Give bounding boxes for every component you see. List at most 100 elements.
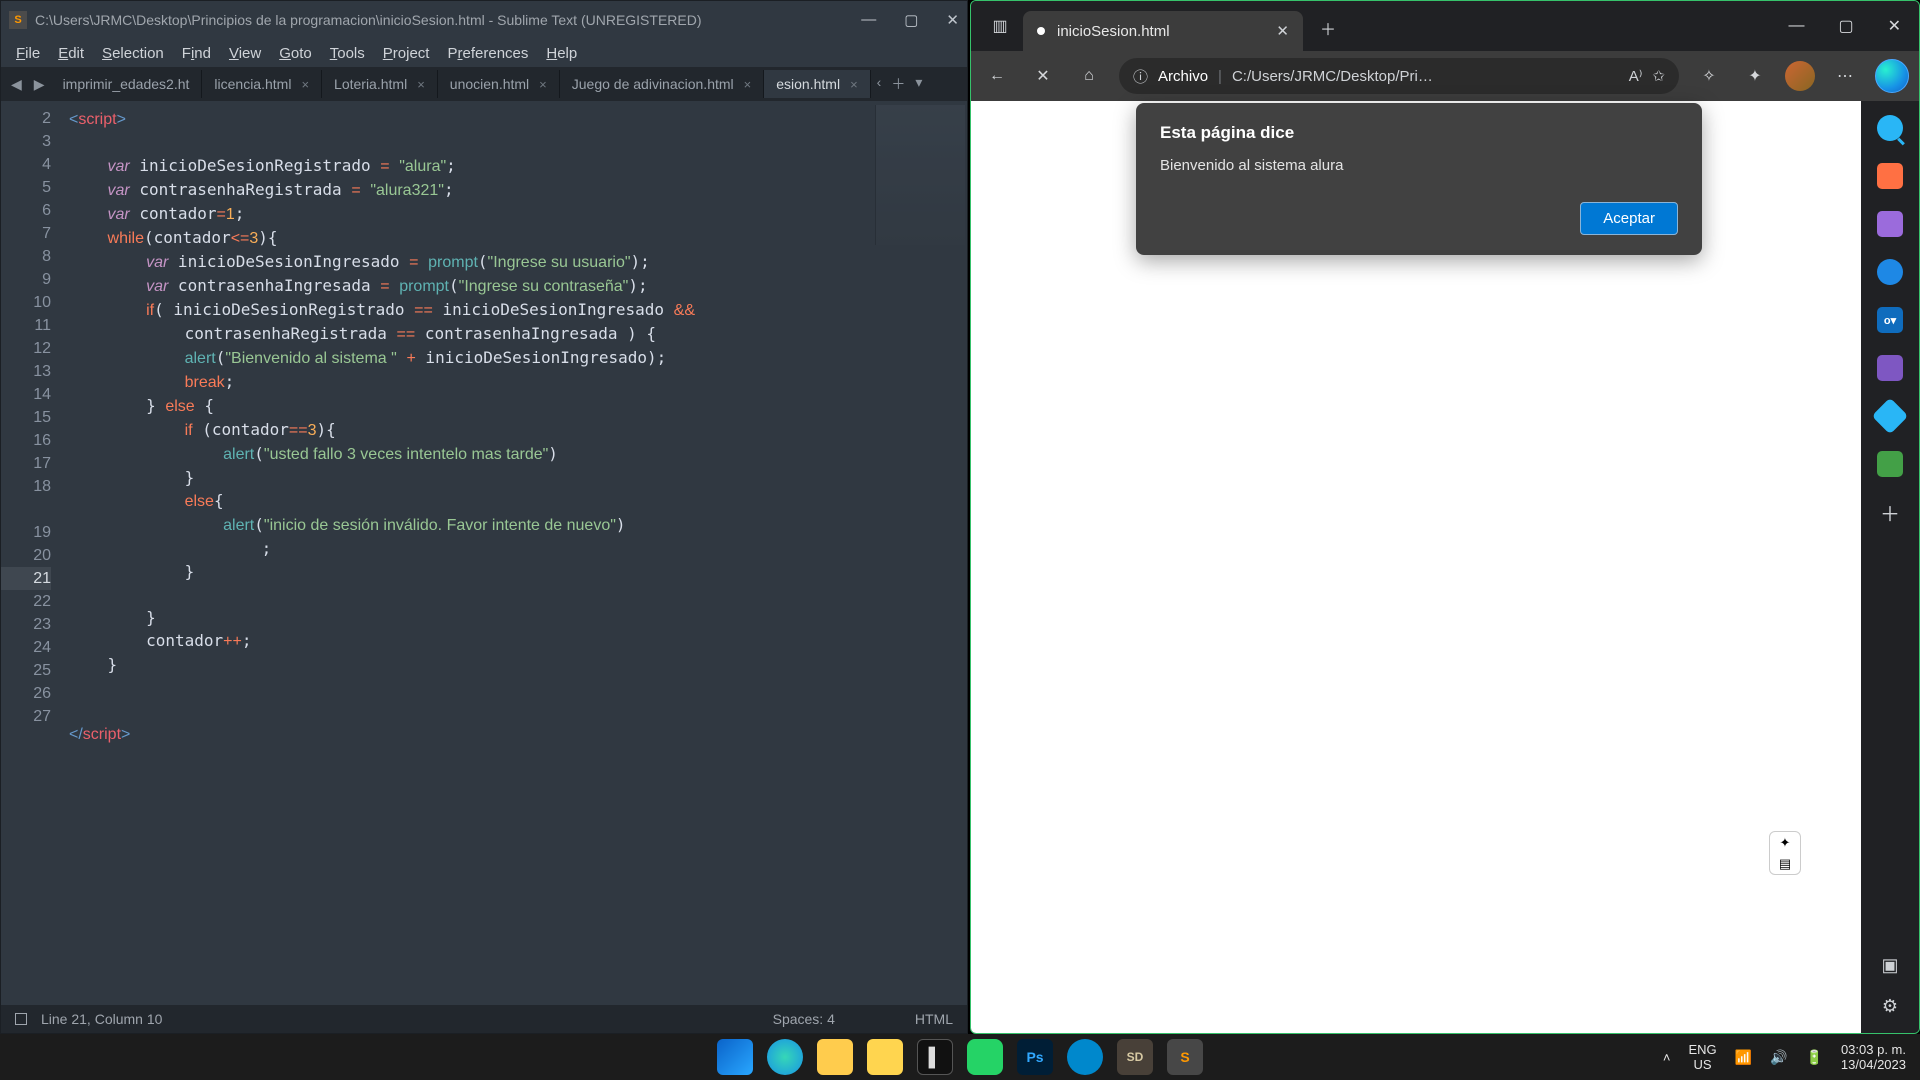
clock-time: 03:03 p. m. (1841, 1042, 1906, 1057)
tray-wifi-icon[interactable]: 📶 (1735, 1049, 1752, 1066)
tab-nav-forward[interactable]: ▶ (28, 76, 51, 93)
editor-tab[interactable]: Loteria.html× (322, 70, 438, 98)
bing-chat-button[interactable] (1875, 59, 1909, 93)
windows-taskbar: ▌ Ps SD S ˄ ENG US 📶 🔊 🔋 03:03 p. m. 13/… (0, 1034, 1920, 1080)
status-spaces[interactable]: Spaces: 4 (773, 1011, 835, 1027)
minimap[interactable] (875, 105, 965, 245)
url-scheme-label: Archivo (1158, 68, 1208, 85)
sublime-title-text: C:\Users\JRMC\Desktop\Principios de la p… (35, 12, 861, 28)
sidebar-add-icon[interactable]: ＋ (1877, 499, 1903, 525)
tray-clock[interactable]: 03:03 p. m. 13/04/2023 (1841, 1042, 1906, 1072)
taskbar-sd-icon[interactable]: SD (1117, 1039, 1153, 1075)
menu-find[interactable]: Find (173, 45, 220, 62)
menu-tools[interactable]: Tools (321, 45, 374, 62)
browser-tab-active[interactable]: inicioSesion.html ✕ (1023, 11, 1303, 51)
sidebar-tree-icon[interactable] (1877, 451, 1903, 477)
back-button[interactable]: ← (981, 60, 1013, 92)
dialog-accept-button[interactable]: Aceptar (1580, 202, 1678, 235)
menu-file[interactable]: File (7, 45, 49, 62)
extensions-icon[interactable]: ✧ (1693, 60, 1725, 92)
tray-overflow-icon[interactable]: ˄ (1663, 1050, 1671, 1065)
tab-close-icon[interactable]: × (539, 77, 547, 92)
close-button[interactable]: ✕ (1888, 16, 1901, 36)
address-bar[interactable]: ⓘ Archivo | C:/Users/JRMC/Desktop/Pri… A… (1119, 58, 1679, 94)
tab-close-icon[interactable]: × (417, 77, 425, 92)
edge-tabstrip: ▥ inicioSesion.html ✕ ＋ — ▢ ✕ (971, 1, 1919, 51)
profile-avatar[interactable] (1785, 61, 1815, 91)
new-tab-button[interactable]: ＋ (1311, 11, 1345, 45)
taskbar-tray: ˄ ENG US 📶 🔊 🔋 03:03 p. m. 13/04/2023 (1663, 1042, 1920, 1072)
taskbar-telegram-icon[interactable] (1067, 1039, 1103, 1075)
menu-goto[interactable]: Goto (270, 45, 321, 62)
tab-label: imprimir_edades2.ht (63, 76, 190, 92)
menu-help[interactable]: Help (537, 45, 586, 62)
tray-battery-icon[interactable]: 🔋 (1805, 1049, 1822, 1066)
maximize-button[interactable]: ▢ (904, 11, 918, 29)
site-info-icon[interactable]: ⓘ (1133, 66, 1148, 87)
sublime-tabstrip: ◀ ▶ imprimir_edades2.ht licencia.html × L… (1, 67, 967, 101)
sidebar-games-icon[interactable] (1877, 355, 1903, 381)
tray-language[interactable]: ENG US (1688, 1042, 1716, 1072)
editor-tab-active[interactable]: esion.html× (764, 70, 870, 98)
tab-close-icon[interactable]: × (744, 77, 752, 92)
taskbar-explorer-icon[interactable] (817, 1039, 853, 1075)
minimize-button[interactable]: — (861, 11, 876, 29)
collections-icon[interactable]: ✦ (1739, 60, 1771, 92)
menu-preferences[interactable]: Preferences (438, 45, 537, 62)
maximize-button[interactable]: ▢ (1838, 16, 1853, 36)
status-language[interactable]: HTML (915, 1011, 953, 1027)
menu-edit[interactable]: Edit (49, 45, 93, 62)
start-button[interactable] (717, 1039, 753, 1075)
minimize-button[interactable]: — (1788, 17, 1804, 35)
page-tools-badge[interactable]: ✦ ▤ (1769, 831, 1801, 875)
sidebar-settings-icon[interactable]: ⚙ (1882, 996, 1898, 1017)
stop-button[interactable]: ✕ (1027, 60, 1059, 92)
sublime-window-controls: — ▢ ✕ (861, 11, 959, 29)
editor-tab[interactable]: licencia.html × (202, 70, 322, 98)
more-menu-icon[interactable]: ⋯ (1829, 60, 1861, 92)
edge-window: ▥ inicioSesion.html ✕ ＋ — ▢ ✕ ← ✕ ⌂ ⓘ Ar… (970, 0, 1920, 1034)
taskbar-edge-icon[interactable] (767, 1039, 803, 1075)
tab-close-icon[interactable]: × (850, 77, 858, 92)
read-aloud-icon[interactable]: A⁾ (1629, 67, 1643, 85)
tab-label: licencia.html (214, 76, 291, 92)
edge-toolbar: ← ✕ ⌂ ⓘ Archivo | C:/Users/JRMC/Desktop/… (971, 51, 1919, 101)
tab-dropdown-icon[interactable]: ▾ (915, 74, 922, 94)
sidebar-send-icon[interactable] (1872, 398, 1909, 435)
tab-scroll-left-icon[interactable]: ‹ (877, 74, 882, 94)
taskbar-notes-icon[interactable] (867, 1039, 903, 1075)
menu-project[interactable]: Project (374, 45, 439, 62)
sidebar-people-icon[interactable] (1877, 211, 1903, 237)
editor-tab[interactable]: imprimir_edades2.ht (51, 70, 203, 98)
sublime-titlebar: S C:\Users\JRMC\Desktop\Principios de la… (1, 1, 967, 39)
favorites-icon[interactable]: ✩ (1652, 67, 1665, 85)
tab-actions-button[interactable]: ▥ (983, 9, 1017, 43)
tab-nav-back[interactable]: ◀ (5, 76, 28, 93)
sidebar-panel-icon[interactable]: ▣ (1881, 955, 1898, 976)
new-tab-button[interactable]: ＋ (891, 74, 905, 94)
sidebar-outlook-icon[interactable]: o▾ (1877, 307, 1903, 333)
sidebar-search-icon[interactable] (1877, 115, 1903, 141)
panel-toggle-icon[interactable] (15, 1013, 27, 1025)
menu-view[interactable]: View (220, 45, 270, 62)
tab-close-icon[interactable]: × (301, 77, 309, 92)
editor-tab[interactable]: unocien.html× (438, 70, 560, 98)
sublime-statusbar: Line 21, Column 10 Spaces: 4 HTML (1, 1005, 967, 1033)
code-content[interactable]: <script> var inicioDeSesionRegistrado = … (69, 101, 967, 1005)
sidebar-tools-icon[interactable] (1877, 163, 1903, 189)
sparkle-icon: ✦ (1780, 835, 1791, 851)
taskbar-whatsapp-icon[interactable] (967, 1039, 1003, 1075)
sidebar-globe-icon[interactable] (1877, 259, 1903, 285)
page-viewport: Esta página dice Bienvenido al sistema a… (971, 101, 1861, 1033)
js-alert-dialog: Esta página dice Bienvenido al sistema a… (1136, 103, 1702, 255)
tray-volume-icon[interactable]: 🔊 (1770, 1049, 1787, 1066)
close-button[interactable]: ✕ (946, 11, 959, 29)
taskbar-sublime-icon[interactable]: S (1167, 1039, 1203, 1075)
home-button[interactable]: ⌂ (1073, 60, 1105, 92)
taskbar-photoshop-icon[interactable]: Ps (1017, 1039, 1053, 1075)
taskbar-terminal-icon[interactable]: ▌ (917, 1039, 953, 1075)
menu-selection[interactable]: Selection (93, 45, 173, 62)
taskbar-center: ▌ Ps SD S (717, 1039, 1203, 1075)
editor-tab[interactable]: Juego de adivinacion.html× (560, 70, 764, 98)
tab-close-icon[interactable]: ✕ (1276, 22, 1289, 40)
